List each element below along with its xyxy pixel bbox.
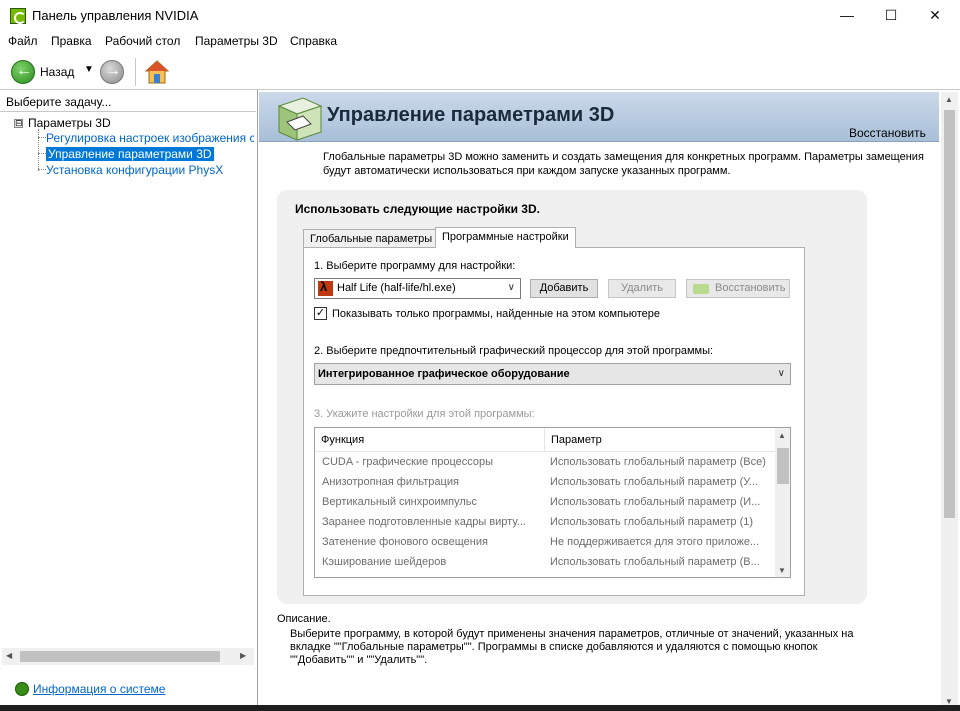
table-row[interactable]: Вертикальный синхроимпульс Использовать г… bbox=[315, 492, 775, 512]
feature-name-cell: Кэширование шейдеров bbox=[322, 556, 447, 568]
tree-root-3d-settings[interactable]: Параметры 3D bbox=[28, 116, 111, 130]
task-tree: ⊟ Параметры 3D Регулировка настроек изоб… bbox=[4, 114, 254, 654]
table-row[interactable]: Кэширование шейдеров Использовать глобаль… bbox=[315, 552, 775, 572]
taskbar-edge bbox=[0, 705, 960, 711]
gpu-select[interactable]: Интегрированное графическое оборудование… bbox=[314, 363, 791, 385]
scrollbar-thumb[interactable] bbox=[20, 651, 220, 662]
close-button[interactable]: ✕ bbox=[912, 0, 958, 30]
show-only-installed-label[interactable]: Показывать только программы, найденные н… bbox=[332, 308, 660, 320]
content-pane: Управление параметрами 3D Восстановить Г… bbox=[259, 90, 960, 711]
maximize-button[interactable]: ☐ bbox=[868, 0, 914, 30]
feature-name-cell: Вертикальный синхроимпульс bbox=[322, 496, 478, 508]
system-info-icon bbox=[15, 682, 29, 696]
step2-label: 2. Выберите предпочтительный графический… bbox=[314, 345, 714, 357]
scroll-down-icon[interactable]: ▼ bbox=[778, 566, 786, 575]
feature-name-cell: Анизотропная фильтрация bbox=[322, 476, 459, 488]
scroll-up-icon[interactable]: ▲ bbox=[778, 431, 786, 440]
tree-item-physx[interactable]: Установка конфигурации PhysX bbox=[46, 163, 223, 177]
tab-global-settings[interactable]: Глобальные параметры bbox=[303, 229, 440, 248]
feature-setting-cell[interactable]: Не поддерживается для этого приложе... bbox=[550, 536, 770, 548]
gpu-select-value: Интегрированное графическое оборудование bbox=[318, 368, 570, 380]
menu-file[interactable]: Файл bbox=[8, 34, 38, 48]
column-header-setting[interactable]: Параметр bbox=[545, 428, 775, 452]
column-header-function[interactable]: Функция bbox=[315, 428, 545, 452]
chevron-down-icon: ∨ bbox=[777, 368, 785, 379]
tree-collapse-icon[interactable]: ⊟ bbox=[14, 119, 23, 128]
scrollbar-thumb[interactable] bbox=[777, 448, 789, 484]
tree-horizontal-scrollbar[interactable]: ◀ ▶ bbox=[2, 648, 254, 665]
chevron-down-icon: ∨ bbox=[507, 282, 515, 293]
forward-arrow-icon[interactable] bbox=[100, 60, 124, 84]
feature-name-cell: Затенение фонового освещения bbox=[322, 536, 488, 548]
half-life-icon bbox=[318, 279, 333, 296]
tree-item-manage-3d[interactable]: Управление параметрами 3D bbox=[46, 147, 214, 161]
page-title: Управление параметрами 3D bbox=[327, 104, 615, 126]
menu-desktop[interactable]: Рабочий стол bbox=[105, 34, 180, 48]
menu-3d-settings[interactable]: Параметры 3D bbox=[195, 34, 278, 48]
step1-label: 1. Выберите программу для настройки: bbox=[314, 260, 516, 272]
nvidia-app-icon bbox=[10, 8, 26, 24]
3d-settings-icon bbox=[277, 97, 323, 141]
title-bar: Панель управления NVIDIA — ☐ ✕ bbox=[0, 0, 960, 32]
tree-item-image-settings[interactable]: Регулировка настроек изображения с пр bbox=[46, 131, 254, 145]
menu-help[interactable]: Справка bbox=[290, 34, 337, 48]
add-program-button[interactable]: Добавить bbox=[530, 279, 598, 298]
tab-program-settings[interactable]: Программные настройки bbox=[435, 227, 576, 248]
restore-program-button-label: Восстановить bbox=[715, 282, 786, 294]
feature-name-cell: CUDA - графические процессоры bbox=[322, 456, 494, 468]
restore-program-button[interactable]: Восстановить bbox=[686, 279, 790, 298]
nvidia-eye-icon bbox=[693, 284, 709, 294]
feature-setting-cell[interactable]: Использовать глобальный параметр (У... bbox=[550, 476, 770, 488]
feature-name-cell: Заранее подготовленные кадры вирту... bbox=[322, 516, 526, 528]
settings-panel: Использовать следующие настройки 3D. Гло… bbox=[277, 190, 867, 604]
step3-label: 3. Укажите настройки для этой программы: bbox=[314, 408, 535, 420]
task-pane-header: Выберите задачу... bbox=[0, 90, 256, 112]
description-text: Выберите программу, в которой будут прим… bbox=[290, 628, 854, 666]
menu-bar: Файл Правка Рабочий стол Параметры 3D Сп… bbox=[0, 32, 960, 52]
table-row[interactable]: Анизотропная фильтрация Использовать глоб… bbox=[315, 472, 775, 492]
program-select-value: Half Life (half-life/hl.exe) bbox=[337, 282, 456, 294]
content-vertical-scrollbar[interactable]: ▲ ▼ bbox=[941, 92, 958, 711]
page-description: Глобальные параметры 3D можно заменить и… bbox=[323, 151, 924, 177]
home-icon[interactable] bbox=[144, 59, 170, 85]
table-row[interactable]: CUDA - графические процессоры Использоват… bbox=[315, 452, 775, 472]
features-table: Функция Параметр CUDA - графические проц… bbox=[314, 427, 791, 578]
table-row[interactable]: Заранее подготовленные кадры вирту... Исп… bbox=[315, 512, 775, 532]
menu-edit[interactable]: Правка bbox=[51, 34, 92, 48]
table-row[interactable]: Затенение фонового освещения Не поддержив… bbox=[315, 532, 775, 552]
toolbar-separator bbox=[135, 58, 136, 86]
tab-program-settings-panel: 1. Выберите программу для настройки: Hal… bbox=[303, 247, 805, 596]
back-arrow-icon[interactable] bbox=[11, 60, 35, 84]
show-only-installed-checkbox[interactable]: ✓ bbox=[314, 307, 327, 320]
feature-setting-cell[interactable]: Использовать глобальный параметр (И... bbox=[550, 496, 770, 508]
back-history-dropdown[interactable]: ▼ bbox=[84, 64, 94, 75]
window-title: Панель управления NVIDIA bbox=[32, 8, 199, 23]
feature-setting-cell[interactable]: Использовать глобальный параметр (В... bbox=[550, 556, 770, 568]
scrollbar-thumb[interactable] bbox=[944, 110, 955, 518]
use-settings-heading: Использовать следующие настройки 3D. bbox=[295, 202, 540, 216]
system-info-link[interactable]: Информация о системе bbox=[33, 682, 165, 696]
back-button-label[interactable]: Назад bbox=[40, 65, 74, 79]
feature-setting-cell[interactable]: Использовать глобальный параметр (Все) bbox=[550, 456, 770, 468]
description-heading: Описание. bbox=[277, 613, 331, 625]
delete-program-button[interactable]: Удалить bbox=[608, 279, 676, 298]
page-banner: Управление параметрами 3D Восстановить bbox=[259, 92, 939, 142]
minimize-button[interactable]: — bbox=[824, 0, 870, 30]
task-pane: Выберите задачу... ⊟ Параметры 3D Регули… bbox=[0, 90, 258, 711]
toolbar: Назад ▼ bbox=[0, 52, 960, 90]
table-vertical-scrollbar[interactable]: ▲ ▼ bbox=[775, 428, 790, 577]
feature-setting-cell[interactable]: Использовать глобальный параметр (1) bbox=[550, 516, 770, 528]
program-select[interactable]: Half Life (half-life/hl.exe) ∨ bbox=[314, 278, 521, 299]
restore-defaults-link[interactable]: Восстановить bbox=[849, 126, 926, 140]
